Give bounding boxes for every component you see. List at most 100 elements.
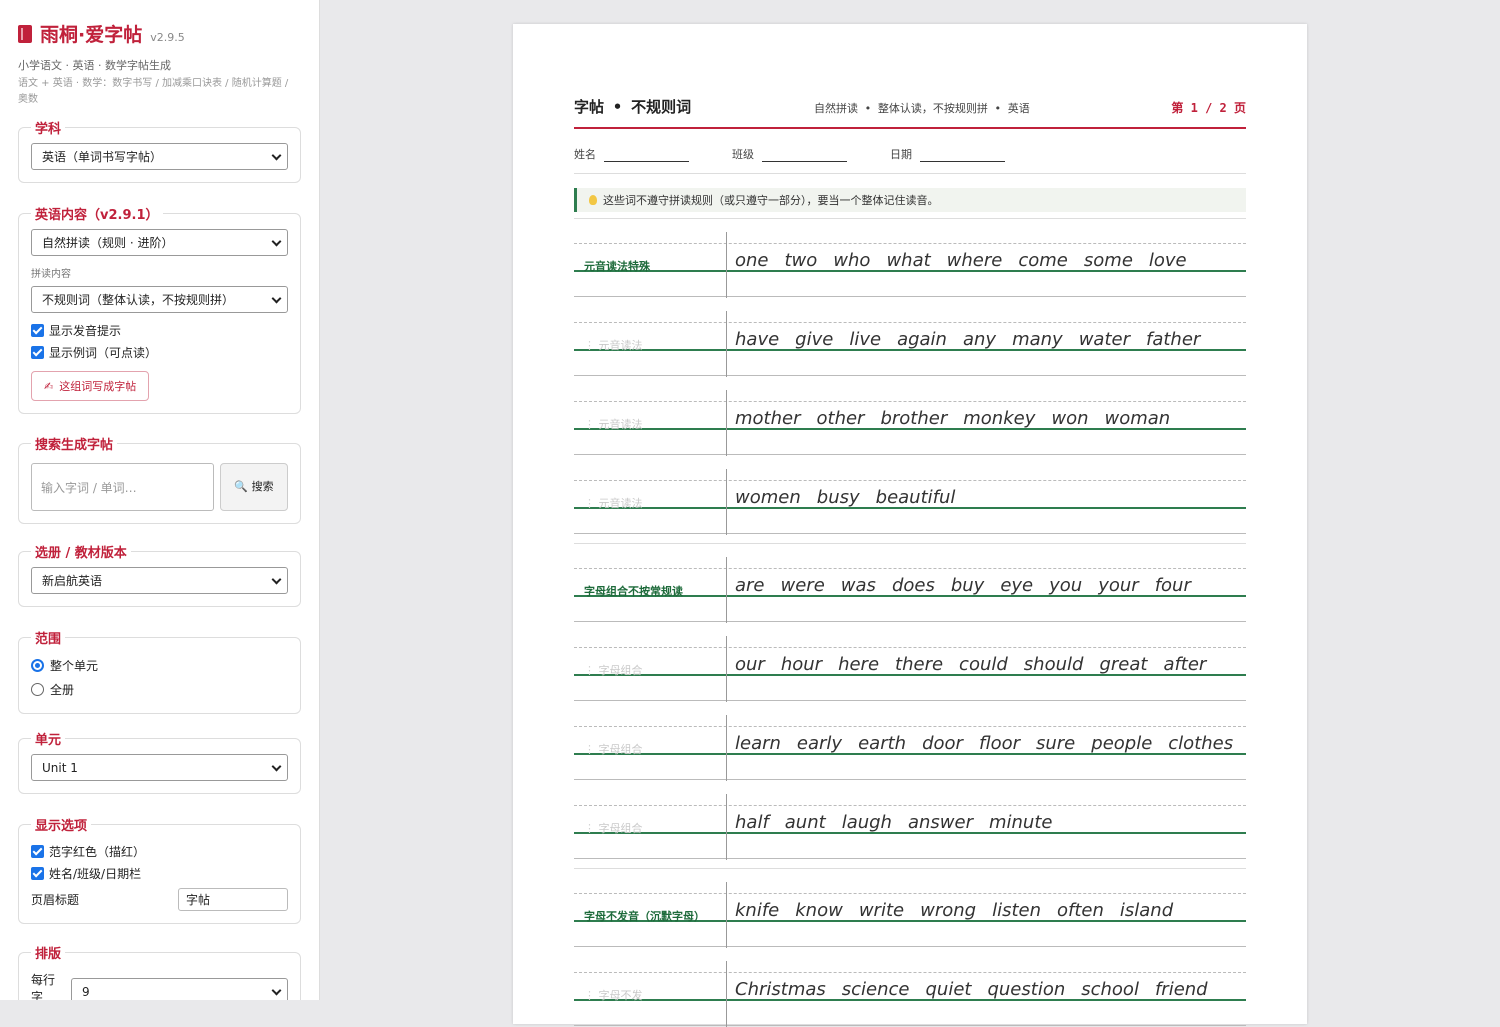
subject-select[interactable]: 英语（单词书写字帖） xyxy=(31,143,288,170)
practice-word[interactable]: learn xyxy=(735,733,781,754)
practice-word[interactable]: brother xyxy=(880,408,947,429)
per-row-select[interactable]: 9 xyxy=(71,978,288,1000)
practice-word[interactable]: people xyxy=(1091,733,1152,754)
practice-word[interactable]: love xyxy=(1149,250,1187,271)
practice-word[interactable]: won xyxy=(1051,408,1088,429)
practice-word[interactable]: who xyxy=(833,250,870,271)
textbook-select[interactable]: 新启航英语 xyxy=(31,567,288,594)
practice-word[interactable]: does xyxy=(892,575,935,596)
practice-word[interactable]: laugh xyxy=(842,812,892,833)
practice-word[interactable]: many xyxy=(1012,329,1063,350)
practice-word[interactable]: great xyxy=(1099,654,1147,675)
practice-word[interactable]: women xyxy=(735,487,801,508)
row-divider xyxy=(726,794,727,860)
practice-word[interactable]: clothes xyxy=(1168,733,1233,754)
practice-word[interactable]: school xyxy=(1081,979,1139,1000)
practice-word[interactable]: there xyxy=(895,654,943,675)
checkbox-checked-icon xyxy=(31,844,44,858)
practice-word[interactable]: aunt xyxy=(785,812,826,833)
practice-word[interactable]: could xyxy=(959,654,1008,675)
practice-word[interactable]: beautiful xyxy=(876,487,956,508)
reading-select[interactable]: 不规则词（整体认读，不按规则拼） xyxy=(31,286,288,313)
practice-word[interactable]: where xyxy=(947,250,1003,271)
header-title-input[interactable]: 字帖 xyxy=(178,888,288,911)
write-group-button[interactable]: ✍ 这组词写成字帖 xyxy=(31,371,150,401)
practice-word[interactable]: quiet xyxy=(926,979,972,1000)
practice-word[interactable]: write xyxy=(859,900,904,921)
practice-word[interactable]: was xyxy=(841,575,876,596)
practice-word[interactable]: sure xyxy=(1036,733,1075,754)
practice-word[interactable]: two xyxy=(785,250,818,271)
practice-word[interactable]: mother xyxy=(735,408,801,429)
practice-word[interactable]: door xyxy=(922,733,963,754)
practice-word[interactable]: monkey xyxy=(963,408,1035,429)
practice-word[interactable]: give xyxy=(795,329,833,350)
practice-word[interactable]: you xyxy=(1049,575,1082,596)
practice-word[interactable]: wrong xyxy=(920,900,976,921)
practice-word[interactable]: eye xyxy=(1000,575,1033,596)
practice-word[interactable]: hour xyxy=(781,654,822,675)
practice-word[interactable]: should xyxy=(1024,654,1084,675)
search-button[interactable]: 🔍 搜索 xyxy=(220,463,288,511)
practice-word[interactable]: buy xyxy=(951,575,985,596)
practice-word[interactable]: science xyxy=(842,979,910,1000)
name-bar-checkbox[interactable]: 姓名/班级/日期栏 xyxy=(31,862,288,884)
practice-word[interactable]: listen xyxy=(992,900,1041,921)
practice-word[interactable]: Christmas xyxy=(735,979,826,1000)
row-words: one two who what where come some love xyxy=(735,250,1203,271)
textbook-section: 选册 / 教材版本 新启航英语 xyxy=(18,542,301,607)
practice-word[interactable]: our xyxy=(735,654,765,675)
bottom-line xyxy=(574,533,1246,534)
red-template-label: 范字红色（描红） xyxy=(49,844,146,859)
practice-word[interactable]: have xyxy=(735,329,779,350)
practice-word[interactable]: some xyxy=(1084,250,1133,271)
practice-word[interactable]: island xyxy=(1120,900,1173,921)
practice-word[interactable]: water xyxy=(1079,329,1130,350)
row-words: mother other brother monkey won woman xyxy=(735,408,1186,429)
practice-row: 字母组合不按常规读 are were was does buy eye you your four xyxy=(574,543,1246,623)
practice-word[interactable]: any xyxy=(963,329,996,350)
chevron-down-icon xyxy=(271,761,282,772)
practice-word[interactable]: know xyxy=(795,900,843,921)
practice-word[interactable]: earth xyxy=(858,733,906,754)
practice-word[interactable]: come xyxy=(1018,250,1068,271)
sidebar: 雨桐·爱字帖 v2.9.5 小学语文 · 英语 · 数学字帖生成 语文 + 英语… xyxy=(0,0,320,1000)
practice-word[interactable]: friend xyxy=(1155,979,1208,1000)
practice-word[interactable]: one xyxy=(735,250,769,271)
search-input[interactable]: 输入字词 / 单词… xyxy=(31,463,214,511)
midline xyxy=(574,401,1246,402)
unit-select[interactable]: Unit 1 xyxy=(31,754,288,781)
practice-word[interactable]: were xyxy=(781,575,825,596)
practice-word[interactable]: what xyxy=(886,250,930,271)
practice-word[interactable]: knife xyxy=(735,900,779,921)
practice-word[interactable]: half xyxy=(735,812,769,833)
red-template-checkbox[interactable]: 范字红色（描红） xyxy=(31,840,288,862)
practice-word[interactable]: often xyxy=(1057,900,1104,921)
practice-word[interactable]: floor xyxy=(979,733,1020,754)
practice-word[interactable]: other xyxy=(817,408,865,429)
show-phonics-checkbox[interactable]: 显示发音提示 xyxy=(31,319,288,341)
practice-word[interactable]: are xyxy=(735,575,765,596)
practice-word[interactable]: again xyxy=(897,329,947,350)
practice-word[interactable]: minute xyxy=(989,812,1052,833)
practice-word[interactable]: here xyxy=(838,654,879,675)
practice-word[interactable]: your xyxy=(1098,575,1138,596)
practice-word[interactable]: live xyxy=(849,329,881,350)
row-divider xyxy=(726,311,727,377)
english-mode-select[interactable]: 自然拼读（规则 · 进阶） xyxy=(31,229,288,256)
practice-word[interactable]: four xyxy=(1155,575,1191,596)
row-words: are were was does buy eye you your four xyxy=(735,575,1207,596)
scope-radio-unit[interactable]: 整个单元 xyxy=(31,653,288,677)
practice-word[interactable]: father xyxy=(1146,329,1200,350)
search-legend: 搜索生成字帖 xyxy=(35,438,114,453)
practice-word[interactable]: question xyxy=(987,979,1065,1000)
practice-word[interactable]: answer xyxy=(908,812,973,833)
practice-word[interactable]: busy xyxy=(817,487,860,508)
practice-word[interactable]: woman xyxy=(1105,408,1171,429)
practice-word[interactable]: early xyxy=(797,733,842,754)
practice-row: 字母不发 Christmas science quiet question schoolf… xyxy=(574,947,1246,1027)
show-examples-checkbox[interactable]: 显示例词（可点读） xyxy=(31,341,288,363)
practice-word[interactable]: after xyxy=(1163,654,1206,675)
scope-radio-book[interactable]: 全册 xyxy=(31,677,288,701)
practice-row: 字母不发音（沉默字母） knife know write wrong listen ofte… xyxy=(574,868,1246,948)
